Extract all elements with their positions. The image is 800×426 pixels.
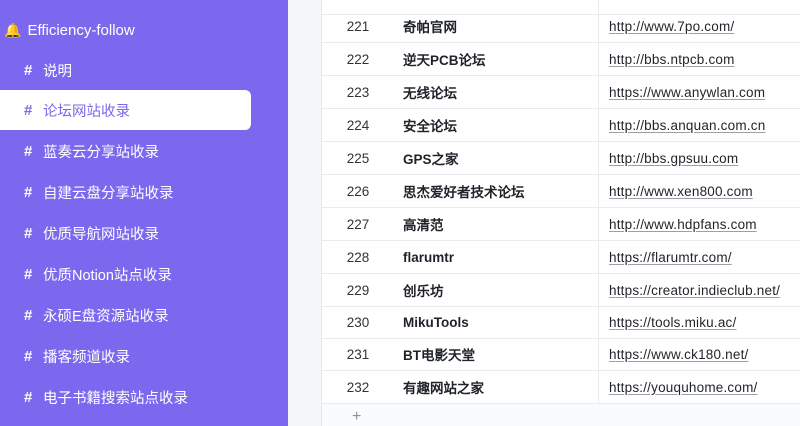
hash-icon: # [24, 265, 33, 283]
hash-icon: # [24, 347, 33, 365]
site-url-link[interactable]: http://bbs.anquan.com.cn [609, 118, 765, 133]
plus-icon: + [352, 408, 362, 425]
table-row[interactable]: 228 flarumtr https://flarumtr.com/ [322, 241, 800, 274]
table-row[interactable]: 222 逆天PCB论坛 http://bbs.ntpcb.com [322, 43, 800, 76]
url-cell: http://bbs.ntpcb.com [598, 43, 800, 75]
sidebar-item-label: 自建云盘分享站收录 [43, 185, 174, 202]
url-cell: http://www.7po.com/ [598, 10, 800, 42]
sidebar-item-navigation-sites[interactable]: # 优质导航网站收录 [0, 213, 251, 253]
sidebar-item-lanzou[interactable]: # 蓝奏云分享站收录 [0, 131, 251, 171]
content-gutter [288, 0, 321, 426]
sidebar-item-label: 说明 [43, 63, 72, 80]
site-url-link[interactable]: http://bbs.ntpcb.com [609, 52, 735, 67]
sidebar-item-label: 优质Notion站点收录 [43, 267, 172, 284]
hash-icon: # [24, 61, 33, 79]
site-url-link[interactable]: https://flarumtr.com/ [609, 250, 732, 265]
site-url-link[interactable]: https://youquhome.com/ [609, 380, 757, 395]
sidebar-item-readme[interactable]: # 说明 [0, 50, 251, 90]
sidebar-item-podcasts[interactable]: # 播客频道收录 [0, 336, 251, 376]
site-url-link[interactable]: https://tools.miku.ac/ [609, 315, 736, 330]
site-name[interactable]: flarumtr [403, 241, 593, 273]
url-cell: https://tools.miku.ac/ [598, 306, 800, 338]
url-cell: http://bbs.anquan.com.cn [598, 109, 800, 141]
site-name[interactable]: 创乐坊 [403, 274, 593, 306]
site-url-link[interactable]: http://www.xen800.com [609, 184, 753, 199]
table-row[interactable]: 223 无线论坛 https://www.anywlan.com [322, 76, 800, 109]
url-cell: https://www.anywlan.com [598, 76, 800, 108]
table-row[interactable]: 226 思杰爱好者技术论坛 http://www.xen800.com [322, 175, 800, 208]
sidebar-item-label: 论坛网站收录 [43, 103, 130, 120]
sidebar-item-label: 电子书籍搜索站点收录 [43, 390, 188, 407]
row-id: 226 [346, 183, 370, 199]
site-name[interactable]: 有趣网站之家 [403, 371, 593, 403]
sidebar-item-selfhosted-cloud[interactable]: # 自建云盘分享站收录 [0, 172, 251, 212]
site-name[interactable]: GPS之家 [403, 142, 593, 174]
hash-icon: # [24, 142, 33, 160]
site-url-link[interactable]: https://creator.indieclub.net/ [609, 283, 780, 298]
bell-icon: 🔔 [4, 22, 22, 38]
sidebar-item-notion-sites[interactable]: # 优质Notion站点收录 [0, 254, 251, 294]
url-cell: http://www.xen800.com [598, 175, 800, 207]
url-cell: https://youquhome.com/ [598, 371, 800, 403]
add-row-button[interactable]: + [322, 404, 800, 426]
hash-icon: # [24, 101, 33, 119]
row-id: 222 [346, 51, 370, 67]
site-name[interactable]: 思杰爱好者技术论坛 [403, 175, 593, 207]
site-url-link[interactable]: https://www.anywlan.com [609, 85, 765, 100]
row-id: 225 [346, 150, 370, 166]
url-cell: http://bbs.gpsuu.com [598, 142, 800, 174]
sidebar-item-ys168[interactable]: # 永硕E盘资源站收录 [0, 295, 251, 335]
site-name[interactable]: BT电影天堂 [403, 338, 593, 370]
table-row[interactable]: 225 GPS之家 http://bbs.gpsuu.com [322, 142, 800, 175]
workspace-title: Efficiency-follow [27, 21, 135, 39]
site-url-link[interactable]: http://bbs.gpsuu.com [609, 151, 738, 166]
site-url-link[interactable]: https://www.ck180.net/ [609, 347, 748, 362]
row-id: 230 [346, 314, 370, 330]
site-url-link[interactable]: http://www.7po.com/ [609, 19, 734, 34]
row-id: 224 [346, 117, 370, 133]
row-id: 231 [346, 346, 370, 362]
data-table: 221 奇帕官网 http://www.7po.com/ 222 逆天PCB论坛… [321, 0, 800, 426]
table-row[interactable]: 229 创乐坊 https://creator.indieclub.net/ [322, 274, 800, 307]
sidebar-item-label: 优质导航网站收录 [43, 226, 159, 243]
sidebar-item-label: 播客频道收录 [43, 349, 130, 366]
table-row[interactable]: 232 有趣网站之家 https://youquhome.com/ [322, 371, 800, 404]
hash-icon: # [24, 388, 33, 406]
site-name[interactable]: 逆天PCB论坛 [403, 43, 593, 75]
row-id: 228 [346, 249, 370, 265]
site-url-link[interactable]: http://www.hdpfans.com [609, 217, 757, 232]
url-cell: https://flarumtr.com/ [598, 241, 800, 273]
table-row[interactable]: 221 奇帕官网 http://www.7po.com/ [322, 10, 800, 43]
site-name[interactable]: 安全论坛 [403, 109, 593, 141]
row-id: 232 [346, 379, 370, 395]
sidebar-item-label: 永硕E盘资源站收录 [43, 308, 169, 325]
url-cell: https://creator.indieclub.net/ [598, 274, 800, 306]
row-id: 223 [346, 84, 370, 100]
sidebar-item-ebooks[interactable]: # 电子书籍搜索站点收录 [0, 377, 251, 417]
sidebar-item-label: 蓝奏云分享站收录 [43, 144, 159, 161]
site-name[interactable]: 高清范 [403, 208, 593, 240]
workspace-header[interactable]: 🔔 Efficiency-follow [0, 15, 288, 45]
table-row[interactable]: 224 安全论坛 http://bbs.anquan.com.cn [322, 109, 800, 142]
table-row[interactable]: 230 MikuTools https://tools.miku.ac/ [322, 306, 800, 339]
url-cell: http://www.hdpfans.com [598, 208, 800, 240]
row-id: 221 [346, 18, 370, 34]
site-name[interactable]: 无线论坛 [403, 76, 593, 108]
hash-icon: # [24, 306, 33, 324]
table-row[interactable]: 231 BT电影天堂 https://www.ck180.net/ [322, 338, 800, 371]
site-name[interactable]: 奇帕官网 [403, 10, 593, 42]
hash-icon: # [24, 224, 33, 242]
row-id: 227 [346, 216, 370, 232]
hash-icon: # [24, 183, 33, 201]
sidebar-item-forums[interactable]: # 论坛网站收录 [0, 90, 251, 130]
table-row[interactable]: 227 高清范 http://www.hdpfans.com [322, 208, 800, 241]
site-name[interactable]: MikuTools [403, 306, 593, 338]
row-id: 229 [346, 282, 370, 298]
url-cell: https://www.ck180.net/ [598, 338, 800, 370]
sidebar: 🔔 Efficiency-follow # 说明 # 论坛网站收录 # 蓝奏云分… [0, 0, 288, 426]
